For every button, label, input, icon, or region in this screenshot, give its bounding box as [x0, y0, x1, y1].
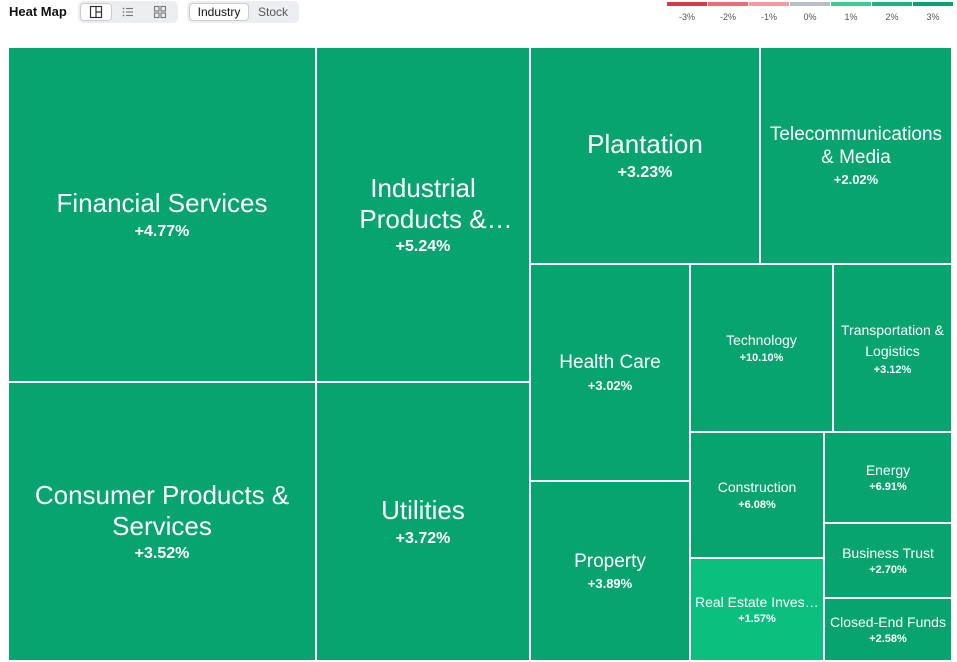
tile-name: Plantation — [587, 129, 703, 160]
stock-tab[interactable]: Stock — [249, 3, 297, 21]
tile-change: +2.70% — [869, 564, 907, 577]
list-icon — [122, 7, 133, 17]
treemap-icon — [89, 5, 103, 19]
legend-item: 3% — [913, 2, 953, 22]
grid-view-button[interactable] — [144, 3, 176, 21]
legend-label: -3% — [678, 12, 695, 22]
legend-swatch — [872, 2, 912, 6]
legend-label: 1% — [844, 12, 858, 22]
legend-swatch — [708, 2, 748, 6]
mode-toggle: Industry Stock — [187, 1, 299, 23]
tile-property[interactable]: Property +3.89% — [530, 481, 690, 661]
legend-label: 0% — [803, 12, 817, 22]
tile-transportation-logistics[interactable]: Transportation & Logistics +3.12% — [833, 264, 952, 432]
tile-change: +3.72% — [395, 529, 451, 547]
page-title: Heat Map — [9, 4, 67, 19]
legend-swatch — [790, 2, 830, 6]
tile-change: +3.52% — [134, 545, 190, 563]
view-toggle — [78, 1, 178, 23]
tile-name: Industrial Products & Services — [359, 172, 487, 234]
legend-item: 0% — [790, 2, 830, 22]
tile-change: +6.08% — [738, 498, 776, 511]
legend-swatch — [831, 2, 871, 6]
tile-change: +6.91% — [869, 481, 907, 494]
tile-name: Property — [574, 550, 646, 572]
tile-closed-end-funds[interactable]: Closed-End Funds +2.58% — [824, 598, 952, 661]
legend-label: 2% — [885, 12, 899, 22]
industry-tab[interactable]: Industry — [189, 3, 249, 21]
tile-financial-services[interactable]: Financial Services +4.77% — [8, 47, 316, 382]
tile-consumer-products-services[interactable]: Consumer Products & Services +3.52% — [8, 382, 316, 661]
tile-technology[interactable]: Technology +10.10% — [690, 264, 833, 432]
tile-name: Closed-End Funds — [830, 613, 946, 630]
tile-change: +3.89% — [587, 576, 633, 592]
legend-item: -1% — [749, 2, 789, 22]
tile-plantation[interactable]: Plantation +3.23% — [530, 47, 760, 264]
legend-label: -2% — [719, 12, 736, 22]
tile-name: Technology — [726, 332, 797, 349]
tile-name: Construction — [717, 479, 797, 496]
tile-name: Business Trust — [842, 544, 934, 561]
tile-change: +3.02% — [587, 377, 633, 393]
tile-name: Telecommunications & Media — [769, 123, 943, 168]
tile-change: +2.02% — [833, 172, 879, 188]
legend-item: 1% — [831, 2, 871, 22]
grid-icon — [153, 5, 167, 19]
tile-change: +5.24% — [395, 238, 451, 256]
legend-item: -2% — [708, 2, 748, 22]
tile-telecommunications-media[interactable]: Telecommunications & Media +2.02% — [760, 47, 952, 264]
tile-name: Energy — [865, 461, 911, 478]
tile-name: Financial Services — [56, 188, 268, 219]
tile-change: +1.57% — [738, 613, 776, 626]
legend-item: -3% — [667, 2, 707, 22]
heatmap-treemap: Financial Services +4.77% Consumer Produ… — [8, 47, 952, 661]
treemap-view-button[interactable] — [80, 3, 112, 21]
tile-change: +2.58% — [869, 633, 907, 646]
tile-name: Transportation & Logistics — [841, 322, 944, 359]
tile-health-care[interactable]: Health Care +3.02% — [530, 264, 690, 481]
tile-utilities[interactable]: Utilities +3.72% — [316, 382, 530, 661]
tile-name: Real Estate Investment Trusts — [694, 593, 820, 610]
tile-name: Health Care — [559, 352, 661, 374]
tile-energy[interactable]: Energy +6.91% — [824, 432, 952, 523]
legend-swatch — [749, 2, 789, 6]
legend-swatch — [667, 2, 707, 6]
tile-industrial-products-services[interactable]: Industrial Products & Services +5.24% — [316, 47, 530, 382]
legend-item: 2% — [872, 2, 912, 22]
tile-change: +10.10% — [739, 351, 784, 364]
tile-change: +3.12% — [873, 363, 912, 376]
legend-label: -1% — [760, 12, 777, 22]
tile-name: Utilities — [381, 495, 465, 526]
tile-change: +3.23% — [617, 163, 673, 181]
tile-business-trust[interactable]: Business Trust +2.70% — [824, 523, 952, 598]
tile-construction[interactable]: Construction +6.08% — [690, 432, 824, 558]
tile-name: Consumer Products & Services — [34, 479, 290, 541]
tile-real-estate-investment-trusts[interactable]: Real Estate Investment Trusts +1.57% — [690, 558, 824, 661]
tile-change: +4.77% — [134, 222, 190, 240]
list-view-button[interactable] — [112, 3, 144, 21]
legend-label: 3% — [926, 12, 940, 22]
legend-swatch — [913, 2, 953, 6]
